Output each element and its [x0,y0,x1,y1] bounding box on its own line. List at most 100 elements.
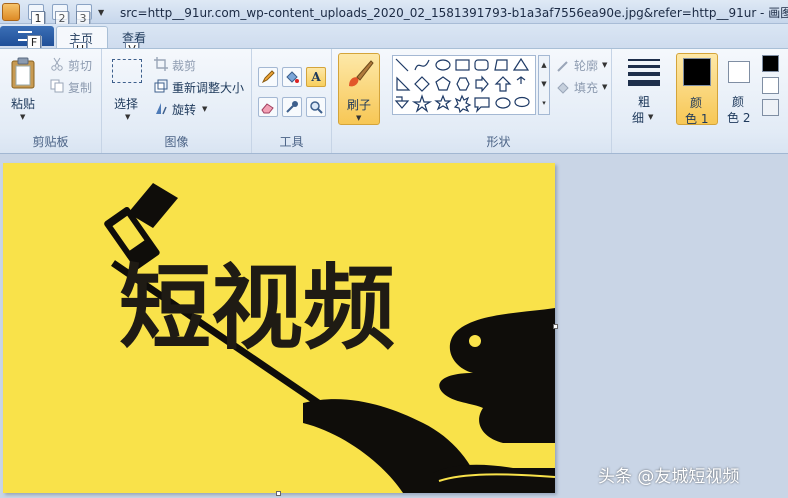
cloud-callout-shape-icon [514,96,530,108]
left-arrow-shape-icon [516,76,526,84]
clipboard-icon [11,57,35,89]
eraser-icon [261,103,274,114]
shapes-group-label: 形状 [486,135,511,149]
oval-callout-shape-icon [495,97,511,109]
shapes-scrollbar[interactable]: ▲ ▼ ▾ [538,55,550,115]
color-2-label-line1: 颜 [732,95,745,109]
color-picker-tool-button[interactable] [282,97,302,117]
crop-button[interactable]: 裁剪 [172,57,196,74]
size-button[interactable]: 粗 细 ▼ [622,53,666,129]
size-label-line2: 细 [632,111,645,125]
headline-text: 短视频 [119,255,396,362]
rotate-button[interactable]: 旋转 [172,101,196,118]
paint-app-icon[interactable] [2,3,20,21]
rotate-icon [156,103,167,115]
image-group-label: 图像 [164,135,189,149]
outline-chevron-down-icon[interactable]: ▼ [602,61,607,69]
tools-group-label: 工具 [279,135,304,149]
six-point-star-shape-icon [453,94,472,114]
rectangle-shape-icon [455,59,470,71]
oval-shape-icon [435,59,451,71]
eraser-tool-button[interactable] [258,97,278,117]
fill-tool-button[interactable] [282,67,302,87]
copy-icon [50,79,64,93]
resize-handle-right[interactable] [553,324,558,329]
right-triangle-shape-icon [396,76,411,91]
four-point-star-shape-icon [411,94,433,113]
color-2-button[interactable]: 颜 色 2 [720,53,762,125]
line-shape-icon [395,58,409,72]
pentagon-shape-icon [435,76,451,91]
fill-chevron-down-icon[interactable]: ▼ [602,83,607,91]
text-tool-button[interactable]: A [306,67,326,87]
scissors-icon [51,57,63,71]
clipboard-group-label: 剪贴板 [32,135,69,149]
color-2-swatch [728,61,750,83]
palette-swatch-empty[interactable] [762,99,779,116]
resize-button[interactable]: 重新调整大小 [172,79,244,96]
head-shape [439,308,555,443]
five-point-star-shape-icon [434,94,452,111]
select-button[interactable]: 选择 ▼ [108,53,148,125]
magnifier-tool-button[interactable] [306,97,326,117]
hexagon-shape-icon [456,77,470,91]
pencil-tool-button[interactable] [258,67,278,87]
paste-label: 粘贴 [11,97,36,111]
copy-button[interactable]: 复制 [68,79,92,96]
magnifier-icon [310,101,323,114]
ribbon: 粘贴 ▼ 剪切 复制 剪贴板 选择 ▼ 裁剪 重新调整大小 旋转 ▼ 图像 A … [0,48,788,154]
curve-shape-icon [414,59,430,71]
paste-chevron-down-icon[interactable]: ▼ [20,113,25,121]
fill-icon [557,82,569,94]
tools-group: A 工具 [252,49,332,153]
paint-bucket-icon [286,71,299,83]
resize-handle-bottom[interactable] [276,491,281,496]
eyedropper-icon [286,101,298,113]
outline-button[interactable]: 轮廓 [574,57,598,74]
crop-icon [154,57,168,71]
image-group: 选择 ▼ 裁剪 重新调整大小 旋转 ▼ 图像 [102,49,252,153]
shapes-gallery-icons [394,57,530,114]
image-canvas[interactable]: 短视频 [3,163,555,493]
canvas-workspace[interactable]: 短视频 [0,155,788,498]
select-rectangle-icon [112,59,142,83]
color-1-label-line1: 颜 [690,96,703,110]
up-arrow-shape-icon [494,76,512,92]
rotate-chevron-down-icon[interactable]: ▼ [202,105,207,113]
eye-shape [469,335,481,347]
text-a-icon: A [311,70,321,84]
customize-qat-chevron-down-icon[interactable]: ▼ [98,8,104,17]
brushes-chevron-down-icon[interactable]: ▼ [356,114,361,122]
size-label-line1: 粗 [638,95,651,109]
brushes-label: 刷子 [347,98,372,112]
right-arrow-shape-icon [475,75,489,93]
triangle-shape-icon [512,57,530,71]
color-1-button[interactable]: 颜 色 1 [676,53,718,126]
palette-swatch-white[interactable] [762,77,779,94]
select-chevron-down-icon[interactable]: ▼ [125,113,130,121]
down-arrow-shape-icon [394,96,410,109]
paste-button[interactable]: 粘贴 ▼ [4,53,42,125]
brush-icon [349,60,374,87]
select-label: 选择 [114,97,139,111]
brushes-button[interactable]: 刷子 ▼ [338,53,380,125]
polygon-shape-icon [494,59,508,71]
diamond-shape-icon [414,76,430,92]
outline-icon [557,61,568,72]
rounded-callout-shape-icon [474,97,490,113]
cut-button[interactable]: 剪切 [68,57,92,74]
shapes-gallery [392,55,536,115]
palette-swatch-black[interactable] [762,55,779,72]
ribbon-tab-row: F 主页 H 查看 V [0,24,788,58]
clipboard-group: 粘贴 ▼ 剪切 复制 剪贴板 [0,49,102,153]
rounded-rectangle-shape-icon [474,59,489,71]
shapes-group: ▲ ▼ ▾ 轮廓 ▼ 填充 ▼ 形状 [386,49,612,153]
color-1-label-line2: 色 1 [685,112,709,126]
color-1-swatch [683,58,711,86]
line-width-icon [628,59,660,86]
color-2-label-line2: 色 2 [727,111,751,125]
size-chevron-down-icon[interactable]: ▼ [648,113,653,121]
fill-button[interactable]: 填充 [574,79,598,96]
pencil-icon [261,70,275,84]
title-bar: ▼ 1 2 3 src=http__91ur.com_wp-content_up… [0,0,788,27]
